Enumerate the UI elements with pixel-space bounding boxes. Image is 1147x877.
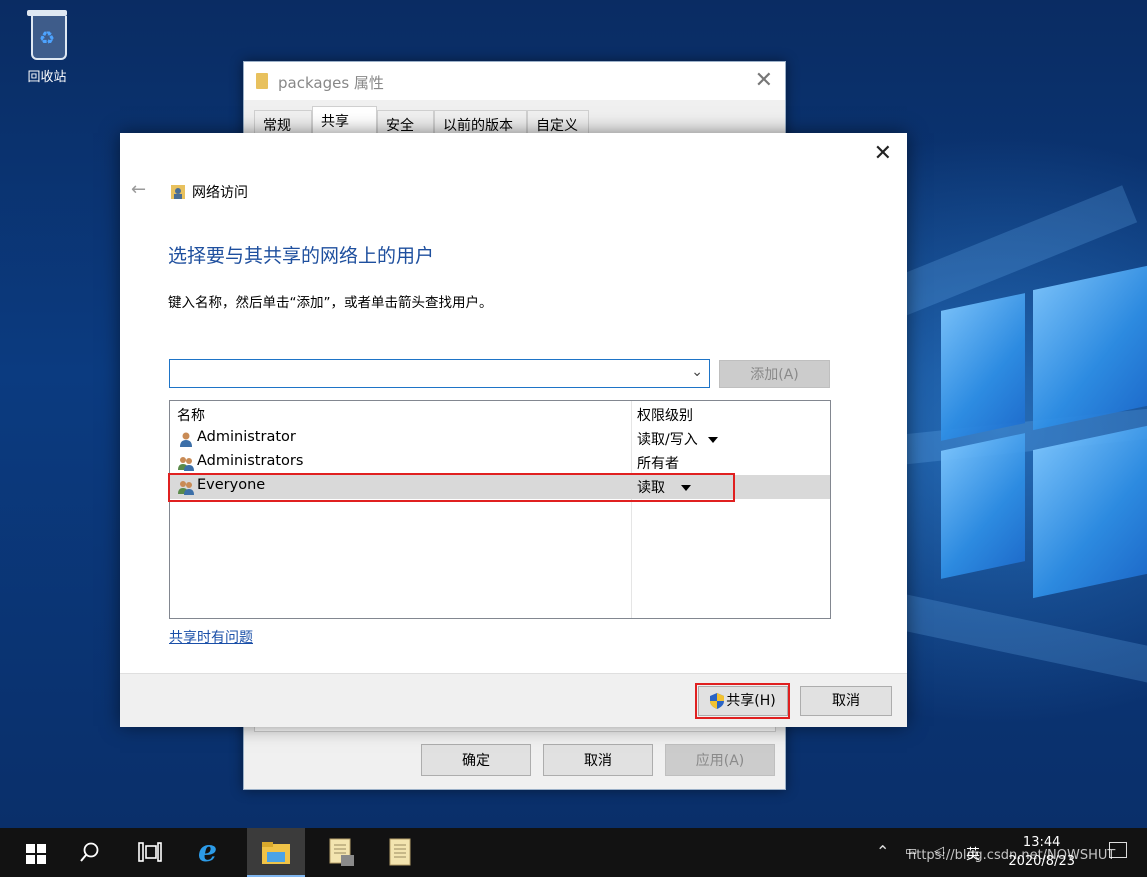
close-icon[interactable]: ✕ bbox=[755, 68, 773, 93]
user-permission-list: 名称 权限级别 Administrator 读取/写入 Administrato… bbox=[169, 400, 831, 619]
permission-value: 读取/写入 bbox=[637, 432, 698, 448]
scroll-document-icon bbox=[389, 838, 411, 866]
watermark: https://blog.csdn.net/NOWSHUT bbox=[908, 848, 1116, 863]
instruction-text: 键入名称，然后单击“添加”，或者单击箭头查找用户。 bbox=[168, 295, 493, 311]
task-view-button[interactable] bbox=[126, 828, 174, 877]
chevron-down-icon[interactable]: ⌄ bbox=[691, 364, 703, 380]
page-title: 选择要与其共享的网络上的用户 bbox=[168, 245, 435, 267]
user-name: Administrators bbox=[197, 453, 304, 469]
scroll-document-icon bbox=[329, 838, 354, 866]
list-item[interactable]: Administrator 读取/写入 bbox=[170, 427, 830, 451]
network-users-icon bbox=[171, 185, 185, 199]
start-button[interactable] bbox=[6, 828, 54, 877]
cancel-button[interactable]: 取消 bbox=[543, 744, 653, 776]
user-name-combobox[interactable]: ⌄ bbox=[169, 359, 710, 388]
highlight-box bbox=[695, 683, 790, 719]
network-access-dialog: ✕ ← 网络访问 选择要与其共享的网络上的用户 键入名称，然后单击“添加”，或者… bbox=[120, 133, 907, 727]
caret-down-icon bbox=[707, 437, 718, 443]
properties-title: packages 属性 bbox=[278, 74, 384, 92]
list-item[interactable]: Administrators 所有者 bbox=[170, 451, 830, 475]
user-group-icon bbox=[178, 457, 194, 471]
search-icon bbox=[80, 842, 99, 862]
recycle-bin-label: 回收站 bbox=[27, 70, 67, 85]
tab-sharing[interactable]: 共享 bbox=[312, 106, 377, 136]
permission-value: 所有者 bbox=[637, 456, 679, 472]
taskbar-file-explorer[interactable] bbox=[247, 828, 305, 877]
highlight-box bbox=[168, 473, 735, 502]
taskbar-server-manager[interactable] bbox=[316, 828, 366, 877]
file-explorer-icon bbox=[262, 842, 290, 864]
recycle-bin[interactable]: ♻ 回收站 bbox=[16, 6, 78, 85]
breadcrumb: 网络访问 bbox=[192, 185, 248, 201]
user-name-input[interactable] bbox=[174, 361, 678, 388]
add-button[interactable]: 添加(A) bbox=[719, 360, 830, 388]
single-user-icon bbox=[180, 432, 192, 447]
search-button[interactable] bbox=[66, 828, 114, 877]
task-view-icon bbox=[138, 842, 162, 862]
folder-icon bbox=[256, 73, 268, 89]
close-icon[interactable]: ✕ bbox=[874, 141, 892, 166]
cancel-button[interactable]: 取消 bbox=[800, 686, 892, 716]
apply-button[interactable]: 应用(A) bbox=[665, 744, 775, 776]
windows-start-icon bbox=[26, 844, 46, 864]
properties-titlebar: packages 属性 ✕ bbox=[244, 62, 785, 100]
taskbar-notepad[interactable] bbox=[376, 828, 424, 877]
user-name: Administrator bbox=[197, 429, 296, 445]
internet-explorer-icon: e bbox=[198, 834, 218, 869]
windows-logo-wallpaper bbox=[905, 262, 1147, 642]
dialog-footer: 共享(H) 取消 bbox=[120, 673, 907, 727]
recycle-bin-icon: ♻ bbox=[25, 6, 69, 62]
chevron-up-icon[interactable]: ⌃ bbox=[876, 842, 889, 861]
sharing-help-link[interactable]: 共享时有问题 bbox=[169, 627, 253, 647]
taskbar-internet-explorer[interactable]: e bbox=[188, 828, 236, 877]
column-header-permission[interactable]: 权限级别 bbox=[637, 405, 693, 425]
permission-dropdown[interactable]: 读取/写入 bbox=[637, 429, 718, 449]
ok-button[interactable]: 确定 bbox=[421, 744, 531, 776]
back-arrow-icon[interactable]: ← bbox=[131, 179, 146, 200]
column-header-name[interactable]: 名称 bbox=[177, 405, 205, 425]
